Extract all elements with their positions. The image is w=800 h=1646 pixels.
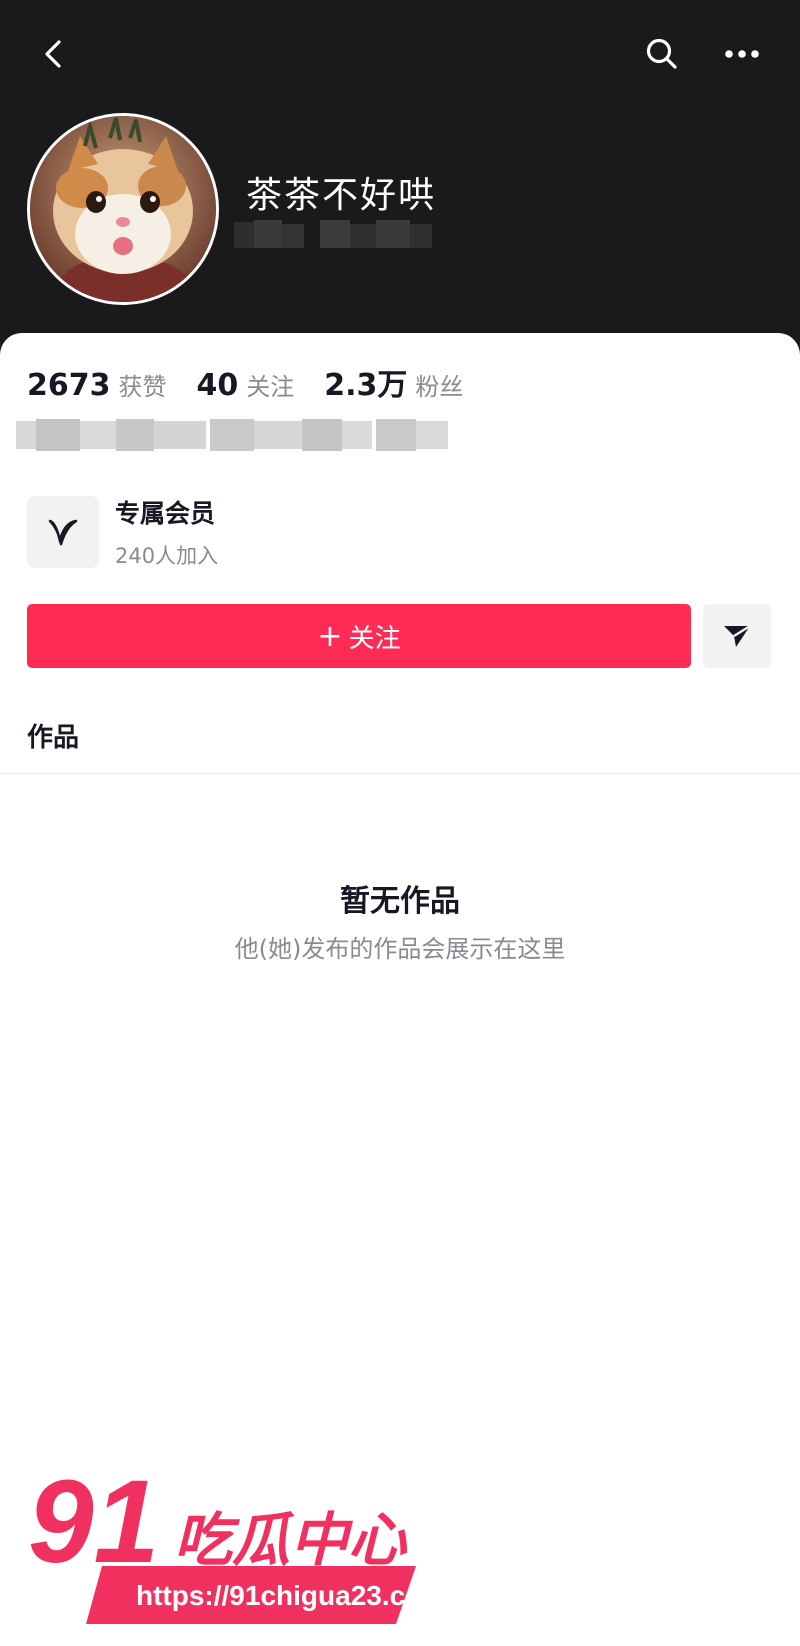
- membership-card[interactable]: 专属会员 240人加入: [27, 494, 218, 570]
- stat-likes: 2673 获赞: [27, 367, 167, 403]
- stat-label: 关注: [246, 373, 295, 401]
- stat-value: 2.3万: [324, 368, 408, 403]
- membership-text: 专属会员 240人加入: [115, 494, 218, 570]
- stat-following[interactable]: 40 关注: [197, 367, 295, 403]
- empty-state-subtitle: 他(她)发布的作品会展示在这里: [234, 935, 566, 963]
- back-button[interactable]: [26, 26, 82, 82]
- chevron-left-icon: [45, 40, 61, 68]
- membership-title: 专属会员: [115, 499, 216, 528]
- username: 茶茶不好哄: [246, 175, 437, 216]
- search-button[interactable]: [634, 26, 690, 82]
- v-badge-icon: [48, 519, 78, 546]
- divider: [0, 773, 800, 774]
- tab-works[interactable]: 作品: [27, 717, 79, 754]
- empty-state-title: 暂无作品: [340, 884, 460, 919]
- send-arrow-icon: [724, 624, 751, 647]
- stats-row: 2673 获赞 40 关注 2.3万 粉丝: [27, 360, 493, 404]
- blurred-bio: [16, 419, 448, 451]
- plus-icon: +: [317, 618, 343, 654]
- more-horizontal-icon: [725, 50, 759, 58]
- avatar[interactable]: [27, 113, 219, 305]
- stat-followers[interactable]: 2.3万 粉丝: [324, 360, 463, 404]
- stat-value: 2673: [27, 368, 111, 403]
- follow-label: 关注: [348, 623, 401, 654]
- watermark-url: https://91chigua23.com: [136, 1580, 448, 1611]
- profile-sheet: 2673 获赞 40 关注 2.3万 粉丝 专属会员 240人加入 + 关注 作…: [0, 333, 800, 1646]
- send-message-button[interactable]: [703, 604, 771, 668]
- membership-icon-box: [27, 496, 99, 568]
- site-watermark: 91 吃瓜中心 https://91chigua23.com: [24, 1456, 448, 1628]
- stat-label: 获赞: [118, 373, 167, 401]
- more-options-button[interactable]: [714, 26, 770, 82]
- cat-avatar-image: [30, 116, 216, 302]
- stat-label: 粉丝: [415, 373, 464, 401]
- blurred-account-id: [234, 220, 432, 248]
- search-icon: [646, 38, 677, 69]
- svg-text:吃瓜中心: 吃瓜中心: [174, 1506, 408, 1574]
- follow-button[interactable]: + 关注: [27, 604, 691, 668]
- profile-header: 茶茶不好哄: [0, 0, 800, 380]
- membership-subtitle: 240人加入: [115, 544, 219, 568]
- stat-value: 40: [196, 368, 239, 403]
